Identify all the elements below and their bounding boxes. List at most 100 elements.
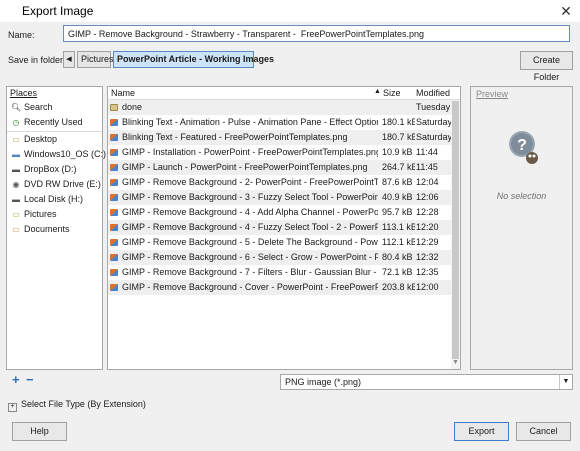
file-modified: Saturday	[416, 132, 452, 142]
cancel-button[interactable]: Cancel	[516, 422, 571, 441]
file-modified: 11:45	[416, 162, 438, 172]
image-file-icon	[110, 194, 118, 201]
chevron-left-icon[interactable]: ◀	[63, 51, 75, 68]
close-icon[interactable]: ✕	[557, 2, 575, 20]
place-label: DropBox (D:)	[24, 164, 77, 174]
column-header-name[interactable]: Name	[108, 87, 135, 99]
file-row[interactable]: GIMP - Remove Background - 3 - Fuzzy Sel…	[108, 190, 451, 205]
place-label: Documents	[24, 224, 70, 234]
file-row[interactable]: GIMP - Remove Background - 7 - Filters -…	[108, 265, 451, 280]
file-row[interactable]: GIMP - Installation - PowerPoint - FreeP…	[108, 145, 451, 160]
image-file-icon	[110, 149, 118, 156]
file-row[interactable]: GIMP - Remove Background - Cover - Power…	[108, 280, 451, 295]
file-size	[382, 100, 415, 115]
export-button[interactable]: Export	[454, 422, 509, 441]
minus-icon[interactable]: −	[26, 372, 34, 387]
file-list: Name ▲ Size Modified done Tuesday Blinking…	[107, 86, 461, 370]
folder-icon: ▭	[12, 210, 20, 219]
place-local-disk[interactable]: ▬ Local Disk (H:)	[7, 192, 102, 207]
file-modified: Tuesday	[416, 102, 451, 112]
file-modified: 12:32	[416, 252, 439, 262]
image-file-icon	[110, 284, 118, 291]
places-panel: Places 🔍︎ Search ◷ Recently Used ▭ Desktop …	[6, 86, 106, 370]
column-header-size[interactable]: Size	[380, 87, 401, 99]
file-name-cell: GIMP - Remove Background - 3 - Fuzzy Sel…	[110, 190, 378, 205]
place-label: Windows10_OS (C:)	[24, 149, 107, 159]
folder-row[interactable]: done Tuesday	[108, 100, 451, 115]
place-label: Desktop	[24, 134, 58, 144]
file-modified: 12:00	[416, 282, 439, 292]
file-name-cell: GIMP - Installation - PowerPoint - FreeP…	[110, 145, 378, 160]
file-row[interactable]: GIMP - Remove Background - 4 - Add Alpha…	[108, 205, 451, 220]
help-button[interactable]: Help	[12, 422, 67, 441]
place-dropbox[interactable]: ▬ DropBox (D:)	[7, 162, 102, 177]
file-list-header: Name ▲ Size Modified	[108, 87, 460, 100]
preview-label: Preview	[476, 89, 509, 99]
plus-icon[interactable]: +	[12, 372, 20, 387]
create-folder-button[interactable]: Create Folder	[520, 51, 573, 82]
file-name-cell: GIMP - Remove Background - 4 - Add Alpha…	[110, 205, 378, 220]
select-file-type-label: Select File Type (By Extension)	[21, 399, 146, 409]
folder-icon: ▭	[12, 135, 20, 144]
place-label: Recently Used	[24, 117, 83, 127]
file-modified: 11:44	[416, 147, 438, 157]
file-row[interactable]: GIMP - Remove Background - 4 - Fuzzy Sel…	[108, 220, 451, 235]
file-row[interactable]: Blinking Text - Animation - Pulse - Anim…	[108, 115, 452, 130]
file-size: 203.8 kB	[382, 282, 415, 292]
place-label: DVD RW Drive (E:)	[24, 179, 101, 189]
file-size: 72.1 kB	[382, 267, 413, 277]
file-modified: 12:28	[416, 207, 439, 217]
image-file-icon	[110, 119, 118, 126]
file-type-selected: PNG image (*.png)	[285, 377, 362, 387]
file-name: GIMP - Launch - PowerPoint - FreePowerPo…	[122, 162, 368, 172]
image-file-icon	[110, 269, 118, 276]
file-row[interactable]: GIMP - Remove Background - 2- PowerPoint…	[108, 175, 451, 190]
chevron-down-icon[interactable]: ▼	[559, 375, 572, 389]
file-modified: Saturday	[416, 117, 452, 127]
file-name: Blinking Text - Featured - FreePowerPoin…	[122, 132, 348, 142]
file-size: 180.7 kB	[382, 132, 415, 142]
scrollbar-thumb[interactable]	[452, 101, 459, 359]
file-name: Blinking Text - Animation - Pulse - Anim…	[122, 117, 378, 127]
chevron-down-icon[interactable]: ▼	[452, 359, 459, 366]
breadcrumb-pictures[interactable]: Pictures	[77, 51, 114, 68]
drive-icon: ▬	[12, 195, 20, 204]
file-type-select[interactable]: PNG image (*.png) ▼	[280, 374, 573, 390]
breadcrumb-current-folder[interactable]: PowerPoint Article - Working Images	[113, 51, 274, 68]
file-name-cell: GIMP - Remove Background - 5 - Delete Th…	[110, 235, 378, 250]
place-search[interactable]: 🔍︎ Search	[7, 100, 102, 115]
place-pictures[interactable]: ▭ Pictures	[7, 207, 102, 222]
file-name: GIMP - Installation - PowerPoint - FreeP…	[122, 147, 378, 157]
places-header: Places	[10, 88, 38, 98]
file-row[interactable]: Blinking Text - Featured - FreePowerPoin…	[108, 130, 452, 145]
file-size: 180.1 kB	[382, 117, 415, 127]
file-size: 113.1 kB	[382, 222, 415, 232]
file-row[interactable]: GIMP - Launch - PowerPoint - FreePowerPo…	[108, 160, 451, 175]
select-file-type-toggle[interactable]: + Select File Type (By Extension)	[8, 399, 146, 412]
name-label: Name:	[8, 30, 35, 40]
file-modified: 12:04	[416, 177, 439, 187]
scrollbar[interactable]	[451, 100, 460, 369]
place-label: Pictures	[24, 209, 57, 219]
drive-icon: ▬	[12, 165, 20, 174]
file-row[interactable]: GIMP - Remove Background - 5 - Delete Th…	[108, 235, 451, 250]
file-size: 80.4 kB	[382, 252, 413, 262]
search-icon: 🔍︎	[11, 103, 22, 112]
file-row[interactable]: GIMP - Remove Background - 6 - Select - …	[108, 250, 451, 265]
filename-input[interactable]	[63, 25, 570, 42]
file-size: 10.9 kB	[382, 147, 413, 157]
file-name: GIMP - Remove Background - 4 - Fuzzy Sel…	[122, 222, 378, 232]
place-dvd-rw-drive[interactable]: ◉ DVD RW Drive (E:)	[7, 177, 102, 192]
image-file-icon	[110, 209, 118, 216]
file-size: 95.7 kB	[382, 207, 413, 217]
expand-icon[interactable]: +	[8, 403, 17, 412]
file-modified: 12:06	[416, 192, 439, 202]
column-header-modified[interactable]: Modified	[413, 87, 450, 99]
clock-icon: ◷	[12, 118, 20, 127]
place-desktop[interactable]: ▭ Desktop	[7, 132, 102, 147]
place-recently-used[interactable]: ◷ Recently Used	[7, 115, 102, 130]
place-documents[interactable]: ▭ Documents	[7, 222, 102, 237]
file-name: GIMP - Remove Background - 6 - Select - …	[122, 252, 378, 262]
place-windows10-os[interactable]: ▬ Windows10_OS (C:)	[7, 147, 106, 162]
file-name-cell: GIMP - Launch - PowerPoint - FreePowerPo…	[110, 160, 378, 175]
